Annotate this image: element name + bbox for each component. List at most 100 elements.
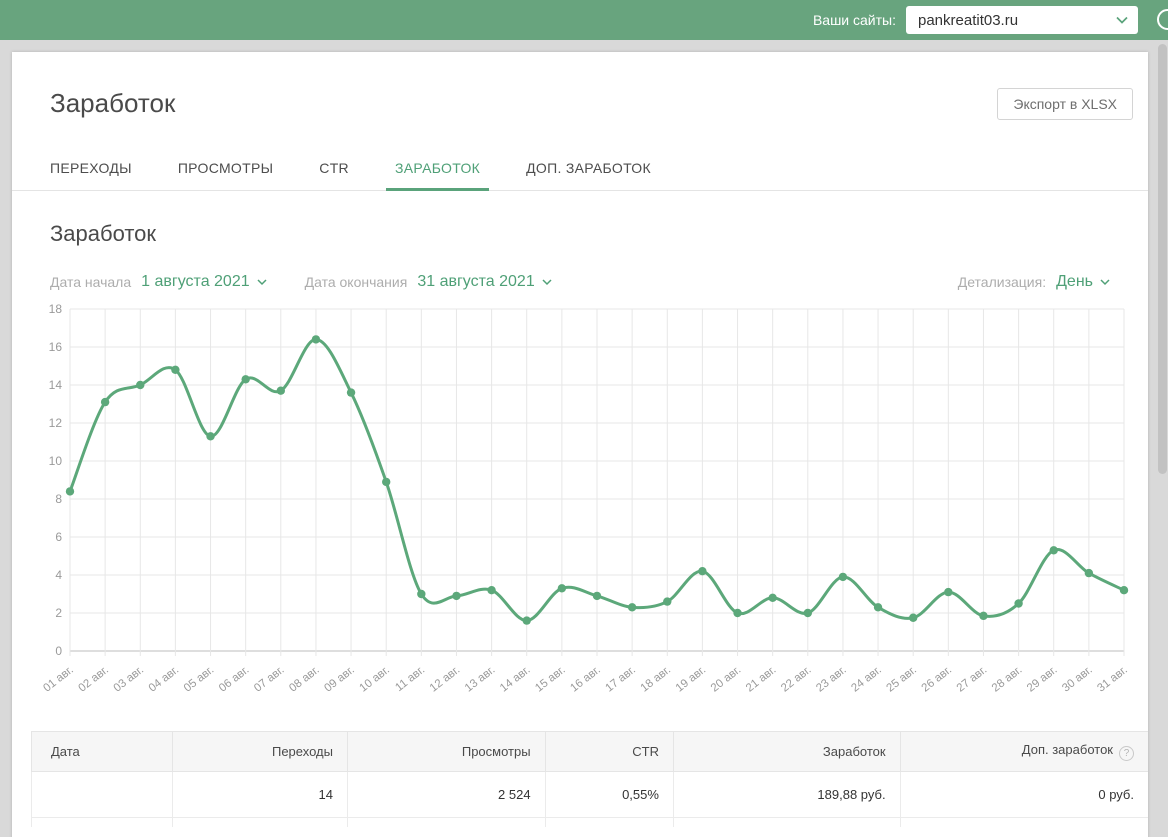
tab-3[interactable]: CTR bbox=[319, 148, 349, 190]
start-date-control: Дата начала 1 августа 2021 bbox=[50, 273, 267, 291]
help-question-icon[interactable]: ? bbox=[1119, 746, 1134, 761]
data-point-marker bbox=[452, 591, 461, 601]
data-point-marker bbox=[944, 587, 953, 597]
table-header-cell: Просмотры bbox=[347, 731, 546, 772]
data-point-marker bbox=[206, 432, 215, 441]
x-axis-tick: 14 авг. bbox=[498, 664, 533, 695]
table-cell: 2 524 bbox=[347, 771, 546, 818]
data-point-marker bbox=[663, 597, 672, 606]
y-axis-tick: 4 bbox=[55, 568, 62, 582]
x-axis-tick: 09 авг. bbox=[322, 664, 357, 695]
x-axis-tick: 30 авг. bbox=[1060, 664, 1095, 695]
data-point-marker bbox=[346, 388, 356, 397]
section-title: Заработок bbox=[50, 221, 157, 246]
data-point-marker bbox=[733, 608, 742, 618]
table-cell bbox=[673, 817, 901, 827]
x-axis-tick: 15 авг. bbox=[533, 664, 568, 695]
data-point-marker bbox=[627, 603, 637, 612]
data-point-marker bbox=[65, 487, 75, 496]
table-cell: 0 руб. bbox=[900, 771, 1148, 818]
table-cell: 14 bbox=[172, 771, 348, 818]
table-cell bbox=[31, 771, 173, 818]
x-axis-tick: 23 авг. bbox=[814, 664, 849, 695]
data-point-marker bbox=[1119, 586, 1129, 595]
tab-4[interactable]: ЗАРАБОТОК bbox=[385, 148, 490, 191]
data-point-marker bbox=[557, 584, 567, 593]
data-point-marker bbox=[873, 603, 883, 612]
x-axis-tick: 13 авг. bbox=[463, 664, 498, 695]
x-axis-tick: 07 авг. bbox=[252, 664, 287, 695]
x-axis-tick: 26 авг. bbox=[920, 664, 955, 695]
chevron-down-icon bbox=[1100, 278, 1110, 286]
data-point-marker bbox=[1014, 599, 1023, 608]
table-cell bbox=[347, 817, 546, 827]
tab-1[interactable]: ПЕРЕХОДЫ bbox=[50, 148, 132, 190]
detail-control: Детализация: День bbox=[958, 273, 1110, 291]
table-header-cell: Переходы bbox=[172, 731, 348, 772]
x-axis-tick: 01 авг. bbox=[41, 664, 76, 695]
table-header-cell: CTR bbox=[545, 731, 674, 772]
data-point-marker bbox=[136, 380, 145, 390]
tab-5[interactable]: ДОП. ЗАРАБОТОК bbox=[526, 148, 651, 190]
table-cell bbox=[172, 817, 348, 827]
y-axis-tick: 10 bbox=[49, 454, 63, 468]
scrollbar-thumb[interactable] bbox=[1158, 44, 1167, 474]
data-point-marker bbox=[592, 591, 602, 601]
detail-dropdown[interactable]: День bbox=[1056, 273, 1110, 291]
date-controls: Дата начала 1 августа 2021 Дата окончани… bbox=[50, 273, 1110, 291]
data-point-marker bbox=[698, 567, 707, 576]
x-axis-tick: 06 авг. bbox=[217, 664, 252, 695]
stats-table-wrap: Дата Переходы Просмотры CTR Заработок Доп. за… bbox=[31, 731, 1148, 827]
table-cell bbox=[900, 817, 1148, 827]
y-axis-tick: 16 bbox=[49, 340, 63, 354]
x-axis-tick: 28 авг. bbox=[990, 664, 1025, 695]
stats-table: Дата Переходы Просмотры CTR Заработок Доп. за… bbox=[31, 731, 1148, 827]
x-axis-tick: 24 авг. bbox=[849, 664, 884, 695]
x-axis-tick: 03 авг. bbox=[112, 664, 147, 695]
top-bar: Ваши сайты: pankreatit03.ru bbox=[0, 0, 1168, 40]
y-axis-tick: 6 bbox=[55, 530, 62, 544]
data-point-marker bbox=[979, 611, 988, 621]
x-axis-tick: 16 авг. bbox=[568, 664, 603, 695]
x-axis-tick: 31 авг. bbox=[1095, 664, 1130, 695]
start-date-value: 1 августа 2021 bbox=[141, 273, 250, 290]
data-point-marker bbox=[241, 375, 250, 384]
data-point-marker bbox=[382, 477, 391, 487]
earnings-chart: 0 2 4 6 8 10 12 14 16 18 01 авг. 02 авг. 03 авг. 04 а… bbox=[28, 302, 1130, 695]
data-point-marker bbox=[1084, 568, 1094, 578]
y-axis-tick: 14 bbox=[49, 378, 63, 392]
start-date-label: Дата начала bbox=[50, 274, 132, 290]
data-point-marker bbox=[768, 593, 777, 602]
start-date-dropdown[interactable]: 1 августа 2021 bbox=[141, 273, 267, 291]
table-cell bbox=[545, 817, 674, 827]
x-axis-tick: 25 авг. bbox=[884, 664, 919, 695]
x-axis-tick: 04 авг. bbox=[147, 664, 182, 695]
x-axis-tick: 08 авг. bbox=[287, 664, 322, 695]
x-axis-tick: 21 авг. bbox=[744, 664, 779, 695]
tab-bar: ПЕРЕХОДЫ ПРОСМОТРЫ CTR ЗАРАБОТОК ДОП. ЗАРАБО… bbox=[12, 148, 1148, 191]
site-select[interactable]: pankreatit03.ru bbox=[906, 6, 1138, 34]
tab-2[interactable]: ПРОСМОТРЫ bbox=[178, 148, 273, 190]
x-axis-tick: 05 авг. bbox=[182, 664, 217, 695]
y-axis-tick: 8 bbox=[55, 492, 62, 506]
x-axis-tick: 22 авг. bbox=[779, 664, 814, 695]
sites-label: Ваши сайты: bbox=[812, 12, 896, 28]
export-xlsx-button[interactable]: Экспорт в XLSX bbox=[997, 88, 1133, 120]
x-axis-tick: 29 авг. bbox=[1025, 664, 1060, 695]
x-axis-tick: 12 авг. bbox=[428, 664, 463, 695]
data-point-marker bbox=[417, 589, 426, 599]
y-axis-tick: 12 bbox=[49, 416, 63, 430]
data-point-marker bbox=[100, 397, 110, 407]
data-point-marker bbox=[171, 365, 180, 374]
x-axis-tick: 17 авг. bbox=[603, 664, 638, 695]
data-point-marker bbox=[838, 572, 848, 582]
table-cell bbox=[31, 817, 173, 827]
table-cell: 189,88 руб. bbox=[673, 771, 901, 818]
end-date-control: Дата окончания 31 августа 2021 bbox=[305, 273, 552, 291]
main-card: Заработок Экспорт в XLSX ПЕРЕХОДЫ ПРОСМОТ… bbox=[12, 52, 1148, 837]
end-date-dropdown[interactable]: 31 августа 2021 bbox=[417, 273, 552, 291]
end-date-value: 31 августа 2021 bbox=[417, 273, 535, 290]
x-axis-tick: 10 авг. bbox=[357, 664, 392, 695]
y-axis-tick: 2 bbox=[55, 606, 62, 620]
chevron-down-icon bbox=[1116, 16, 1128, 24]
